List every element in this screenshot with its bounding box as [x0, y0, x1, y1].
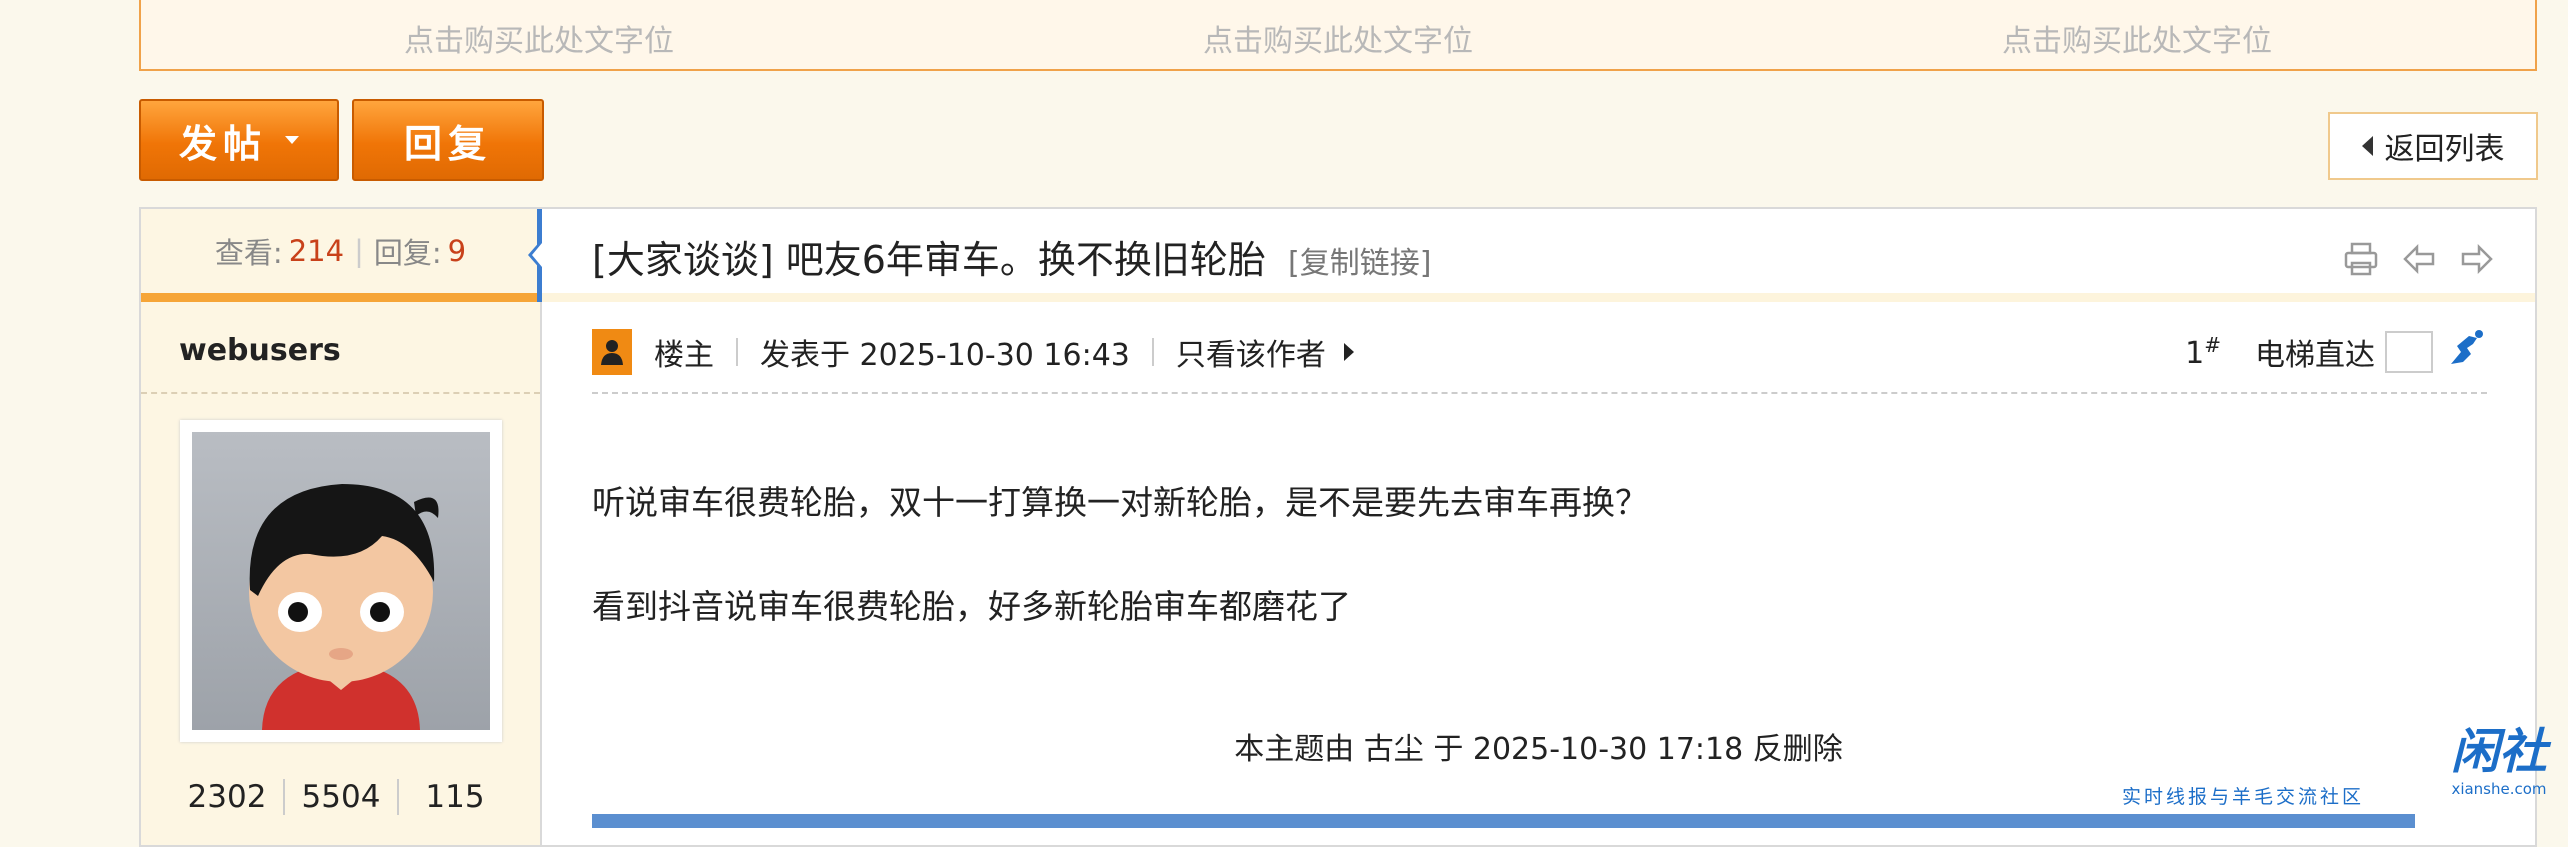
sidebar-divider	[141, 392, 540, 394]
ad-slot-3[interactable]: 点击购买此处文字位	[2002, 16, 2272, 60]
only-author-link[interactable]: 只看该作者	[1176, 330, 1326, 374]
floor-jump-input[interactable]	[2385, 331, 2433, 373]
avatar[interactable]	[180, 420, 502, 742]
sidebar-pointer-inner	[532, 243, 542, 267]
meta-divider	[1151, 338, 1154, 366]
title-underline	[542, 293, 2535, 302]
views-count: 214	[288, 234, 345, 268]
thread-container: 查看: 214 | 回复: 9 webusers 2302 5504 115 […	[139, 207, 2537, 847]
copy-link-button[interactable]: [复制链接]	[1288, 246, 1431, 281]
thread-category[interactable]: [大家谈谈]	[592, 238, 774, 282]
watermark-slogan: 实时线报与羊毛交流社区	[2122, 786, 2365, 808]
site-watermark-logo: 闲社 xianshe.com	[2434, 724, 2564, 800]
author-username[interactable]: webusers	[179, 333, 341, 368]
floor-jump: 1# 电梯直达	[2185, 328, 2487, 376]
jump-go-icon[interactable]	[2447, 328, 2487, 376]
replies-count: 9	[447, 234, 467, 268]
ad-slot-1[interactable]: 点击购买此处文字位	[404, 16, 674, 60]
author-stats: 2302 5504 115	[171, 779, 511, 815]
new-post-label: 发帖	[178, 121, 267, 166]
sidebar-accent	[141, 293, 540, 302]
watermark-logo-text: 闲社	[2450, 724, 2547, 780]
ad-banner: 点击购买此处文字位 点击购买此处文字位 点击购买此处文字位	[139, 0, 2537, 71]
post-main: [大家谈谈] 吧友6年审车。换不换旧轮胎 [复制链接] 楼主 发表于 2025-…	[542, 209, 2535, 845]
thread-starter-label: 楼主	[654, 338, 714, 373]
views-label: 查看:	[214, 236, 283, 270]
replies-label: 回复:	[373, 236, 442, 270]
stats-divider: |	[354, 234, 364, 268]
meta-divider	[736, 338, 738, 366]
moderation-note: 本主题由 古尘 于 2025-10-30 17:18 反删除	[1234, 732, 1843, 767]
author-stat-threads[interactable]: 2302	[171, 779, 283, 815]
floor-number[interactable]: 1#	[2185, 333, 2221, 371]
reply-button[interactable]: 回复	[352, 99, 544, 181]
next-thread-icon[interactable]	[2459, 241, 2495, 281]
meta-divider-line	[592, 392, 2487, 394]
post-timestamp: 发表于 2025-10-30 16:43	[760, 338, 1130, 373]
reply-label: 回复	[403, 121, 492, 166]
author-stat-points[interactable]: 115	[397, 779, 511, 815]
floor-value: 1	[2185, 336, 2205, 371]
thread-title: 吧友6年审车。换不换旧轮胎	[785, 238, 1266, 282]
play-right-icon	[1343, 343, 1354, 361]
post-meta: 楼主 发表于 2025-10-30 16:43 只看该作者 1# 电梯直达	[592, 327, 2487, 377]
post-paragraph-1: 听说审车很费轮胎，双十一打算换一对新轮胎，是不是要先去审车再换？	[592, 483, 1648, 522]
watermark-domain: xianshe.com	[2451, 780, 2547, 798]
avatar-image	[192, 432, 490, 730]
arrow-left-icon	[2361, 136, 2373, 156]
floor-sup: #	[2204, 333, 2221, 357]
back-to-list-label: 返回列表	[2384, 132, 2505, 167]
new-post-button[interactable]: 发帖	[139, 99, 339, 181]
content-divider-bar	[592, 814, 2415, 828]
jump-label: 电梯直达	[2255, 338, 2375, 373]
thread-stats: 查看: 214 | 回复: 9	[141, 209, 540, 293]
author-stat-posts[interactable]: 5504	[283, 779, 397, 815]
print-icon[interactable]	[2343, 241, 2379, 281]
thread-title-row: [大家谈谈] 吧友6年审车。换不换旧轮胎 [复制链接]	[592, 229, 1431, 284]
ad-slot-2[interactable]: 点击购买此处文字位	[1203, 16, 1473, 60]
thread-starter-icon	[592, 329, 632, 375]
title-actions	[2343, 241, 2495, 281]
post-paragraph-2: 看到抖音说审车很费轮胎，好多新轮胎审车都磨花了	[592, 587, 1351, 626]
previous-thread-icon[interactable]	[2401, 241, 2437, 281]
back-to-list-button[interactable]: 返回列表	[2328, 112, 2538, 180]
chevron-down-icon	[285, 136, 299, 144]
author-sidebar: 查看: 214 | 回复: 9 webusers 2302 5504 115	[141, 209, 542, 845]
